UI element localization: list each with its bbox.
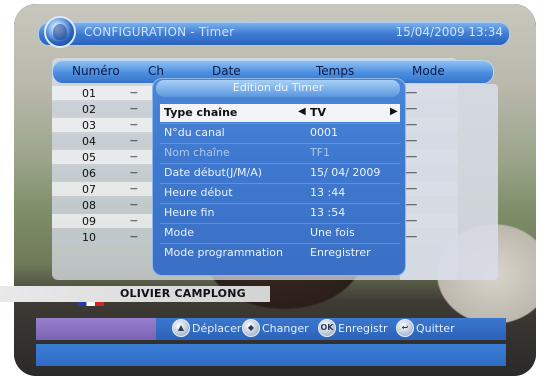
- field-label: Mode: [164, 226, 194, 239]
- row-mode: -----: [405, 152, 417, 162]
- broadcast-name: OLIVIER CAMPLONG: [120, 287, 246, 300]
- divider: [160, 123, 400, 124]
- field-label: Nom chaîne: [164, 146, 230, 159]
- row-number: 01: [82, 87, 96, 100]
- arrow-left-icon[interactable]: ◀: [298, 106, 306, 117]
- divider: [160, 223, 400, 224]
- channel-type-value[interactable]: TV: [310, 106, 326, 119]
- channel-name-value: TF1: [310, 146, 331, 159]
- column-header-mode: Mode: [412, 64, 445, 78]
- row-number: 09: [82, 215, 96, 228]
- column-header-number: Numéro: [72, 64, 120, 78]
- column-header-date: Date: [212, 64, 241, 78]
- channel-number-value[interactable]: 0001: [310, 126, 338, 139]
- hint-change: Changer: [262, 322, 309, 335]
- navigate-updown-icon: ▲: [172, 319, 190, 337]
- divider: [160, 203, 400, 204]
- row-channel: ---: [130, 120, 138, 130]
- row-channel: ---: [130, 168, 138, 178]
- field-label: Mode programmation: [164, 246, 283, 259]
- row-number: 04: [82, 135, 96, 148]
- arrow-right-icon[interactable]: ▶: [390, 106, 398, 117]
- clock-datetime: 15/04/2009 13:34: [395, 25, 503, 39]
- settings-globe-icon: [44, 16, 76, 48]
- hint-save: Enregistr: [338, 322, 388, 335]
- row-mode: -----: [405, 232, 417, 242]
- divider: [160, 183, 400, 184]
- field-label: Heure début: [164, 186, 233, 199]
- mode-value[interactable]: Une fois: [310, 226, 355, 239]
- start-time-value[interactable]: 13 :44: [310, 186, 345, 199]
- end-time-value[interactable]: 13 :54: [310, 206, 345, 219]
- row-mode: -----: [405, 168, 417, 178]
- dialog-title: Edition du Timer: [232, 81, 324, 94]
- field-label: Heure fin: [164, 206, 215, 219]
- field-label: Type chaîne: [164, 106, 238, 119]
- hint-quit: Quitter: [416, 322, 455, 335]
- exit-icon: ↩: [396, 319, 414, 337]
- row-number: 07: [82, 183, 96, 196]
- row-channel: ---: [130, 232, 138, 242]
- programming-mode-value[interactable]: Enregistrer: [310, 246, 371, 259]
- row-channel: ---: [130, 216, 138, 226]
- row-number: 03: [82, 119, 96, 132]
- column-header-time: Temps: [316, 64, 355, 78]
- row-mode: -----: [405, 120, 417, 130]
- row-channel: ---: [130, 104, 138, 114]
- ok-icon: OK: [318, 319, 336, 337]
- row-mode: -----: [405, 104, 417, 114]
- navigate-leftright-icon: ◆: [242, 319, 260, 337]
- hint-bar-accent: [36, 318, 156, 340]
- column-header-channel: Ch: [148, 64, 164, 78]
- row-mode: -----: [405, 88, 417, 98]
- bottom-strip: [36, 344, 506, 366]
- start-date-value[interactable]: 15/ 04/ 2009: [310, 166, 380, 179]
- page-title: CONFIGURATION - Timer: [84, 25, 235, 39]
- divider: [160, 243, 400, 244]
- row-channel: ---: [130, 200, 138, 210]
- row-channel: ---: [130, 88, 138, 98]
- row-number: 06: [82, 167, 96, 180]
- field-label: N°du canal: [164, 126, 225, 139]
- row-channel: ---: [130, 136, 138, 146]
- row-number: 05: [82, 151, 96, 164]
- row-channel: ---: [130, 184, 138, 194]
- row-mode: -----: [405, 136, 417, 146]
- divider: [160, 143, 400, 144]
- row-number: 10: [82, 231, 96, 244]
- flag-stripe: [78, 302, 104, 306]
- row-mode: -----: [405, 216, 417, 226]
- row-channel: ---: [130, 152, 138, 162]
- field-label: Date début(J/M/A): [164, 166, 263, 179]
- row-number: 02: [82, 103, 96, 116]
- row-number: 08: [82, 199, 96, 212]
- row-mode: -----: [405, 200, 417, 210]
- row-mode: -----: [405, 184, 417, 194]
- divider: [160, 163, 400, 164]
- hint-move: Déplacer: [192, 322, 242, 335]
